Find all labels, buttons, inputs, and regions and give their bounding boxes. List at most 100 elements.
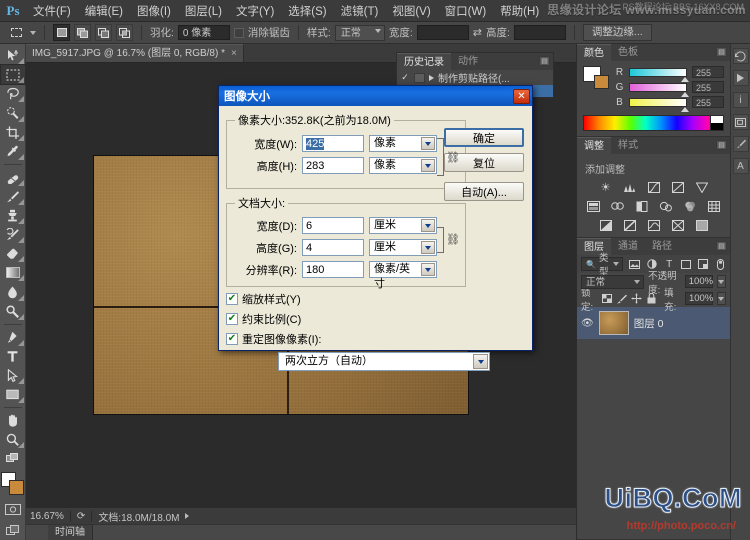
slider-thumb-b[interactable] [681,107,689,112]
layer-row[interactable]: 👁 图层 0 [577,307,730,339]
value-r[interactable]: 255 [692,66,724,78]
filter-pixel-layers-icon[interactable] [629,258,640,271]
resample-image-row[interactable]: ✔ 重定图像像素(I): [226,331,525,347]
fill-dropdown-icon[interactable] [717,292,726,305]
zoom-tool[interactable] [1,430,25,449]
crop-tool[interactable] [1,123,25,142]
resolution-input[interactable]: 180 [302,261,364,278]
tab-timeline[interactable]: 时间轴 [48,525,93,540]
fill-value[interactable]: 100% [685,292,713,305]
pixel-height-unit-select[interactable]: 像素 [369,157,437,174]
filter-shape-layers-icon[interactable] [681,258,692,271]
opacity-dropdown-icon[interactable] [717,275,726,288]
layer-thumbnail[interactable] [599,311,629,335]
panel-menu-icon[interactable]: ▤ [539,56,550,66]
selection-subtract-button[interactable] [95,24,112,41]
swap-dimensions-icon[interactable]: ⇄ [473,26,482,39]
foreground-background-color[interactable] [1,472,25,495]
opacity-value[interactable]: 100% [685,275,713,288]
lock-image-pixels-icon[interactable] [616,292,627,305]
resample-image-checkbox[interactable]: ✔ [226,333,238,345]
doc-width-input[interactable]: 6 [302,217,364,234]
menu-layer[interactable]: 图层(L) [178,0,229,22]
layer-name[interactable]: 图层 0 [634,316,664,331]
antialias-checkbox[interactable] [234,28,244,38]
slider-thumb-g[interactable] [681,92,689,97]
pen-tool[interactable] [1,328,25,347]
selective-color-icon[interactable] [694,218,709,232]
slider-r[interactable] [629,68,687,77]
tab-paths[interactable]: 路径 [645,238,679,255]
slider-thumb-r[interactable] [681,77,689,82]
curves-icon[interactable] [646,180,661,194]
horizontal-type-tool[interactable] [1,347,25,366]
selection-height-input[interactable] [514,25,566,40]
constrain-proportions-checkbox[interactable]: ✔ [226,313,238,325]
panel-menu-icon[interactable]: ▤ [716,47,727,57]
panel-background-swatch[interactable] [594,75,609,89]
scale-styles-checkbox[interactable]: ✔ [226,293,238,305]
dodge-tool[interactable] [1,302,25,321]
filter-smart-objects-icon[interactable] [698,258,709,271]
levels-icon[interactable] [622,180,637,194]
chevron-down-icon[interactable] [473,354,488,369]
color-lookup-icon[interactable] [706,199,721,213]
close-document-icon[interactable]: × [231,45,237,63]
selection-add-button[interactable] [74,24,91,41]
dialog-title-bar[interactable]: 图像大小 ✕ [219,86,532,106]
selection-intersect-button[interactable] [116,24,133,41]
navigator-rail-icon[interactable] [733,114,749,130]
doc-height-unit-select[interactable]: 厘米 [369,239,437,256]
menu-type[interactable]: 文字(Y) [229,0,281,22]
edit-toolbar-icon[interactable] [1,449,25,468]
photo-filter-icon[interactable] [658,199,673,213]
clone-stamp-tool[interactable] [1,206,25,225]
pixel-height-input[interactable]: 283 [302,157,364,174]
path-selection-tool[interactable] [1,366,25,385]
action-check-icon[interactable]: ✓ [400,72,410,83]
layer-visibility-icon[interactable]: 👁 [581,318,594,329]
tab-history[interactable]: 历史记录 [397,53,451,70]
action-expand-icon[interactable] [429,75,434,81]
doc-width-unit-select[interactable]: 厘米 [369,217,437,234]
menu-help[interactable]: 帮助(H) [493,0,546,22]
panel-menu-icon[interactable]: ▤ [716,241,727,251]
lock-all-icon[interactable] [646,292,656,305]
brush-rail-icon[interactable] [733,136,749,152]
exposure-icon[interactable] [670,180,685,194]
zoom-level[interactable]: 16.67% [30,511,64,522]
close-icon[interactable]: ✕ [513,89,530,104]
tab-styles[interactable]: 样式 [611,137,645,154]
resolution-unit-select[interactable]: 像素/英寸 [369,261,437,278]
posterize-icon[interactable] [622,218,637,232]
style-select[interactable]: 正常 [335,25,385,41]
eraser-tool[interactable] [1,244,25,263]
menu-window[interactable]: 窗口(W) [438,0,494,22]
screen-mode-toggle[interactable] [1,521,25,540]
slider-b[interactable] [629,98,687,107]
constrain-proportions-row[interactable]: ✔ 约束比例(C) [226,311,525,327]
tab-actions[interactable]: 动作 [451,53,485,70]
brightness-contrast-icon[interactable]: ☀ [598,180,613,194]
lasso-tool[interactable] [1,84,25,103]
scale-styles-row[interactable]: ✔ 缩放样式(Y) [226,291,525,307]
menu-file[interactable]: 文件(F) [26,0,78,22]
selection-width-input[interactable] [417,25,469,40]
quick-selection-tool[interactable] [1,103,25,122]
status-menu-arrow-icon[interactable] [185,513,189,519]
marquee-tool-preset-icon[interactable] [6,24,26,41]
character-rail-icon[interactable]: A [733,158,749,174]
blur-tool[interactable] [1,282,25,301]
auto-button[interactable]: 自动(A)... [444,182,524,201]
lock-position-icon[interactable] [631,292,642,305]
action-dialog-toggle-icon[interactable] [414,73,425,83]
feather-input[interactable]: 0 像素 [178,25,230,40]
brush-tool[interactable] [1,187,25,206]
history-item[interactable]: ✓ 制作剪贴路径(... [397,70,553,85]
menu-image[interactable]: 图像(I) [130,0,178,22]
background-color-swatch[interactable] [9,480,24,495]
color-spectrum-ramp[interactable] [583,115,724,131]
image-size-dialog[interactable]: 图像大小 ✕ 确定 复位 自动(A)... 像素大小:352.8K(之前为18.… [218,85,533,351]
blend-mode-select[interactable]: 正常 [581,275,644,289]
pixel-width-input[interactable]: 425 [302,135,364,152]
